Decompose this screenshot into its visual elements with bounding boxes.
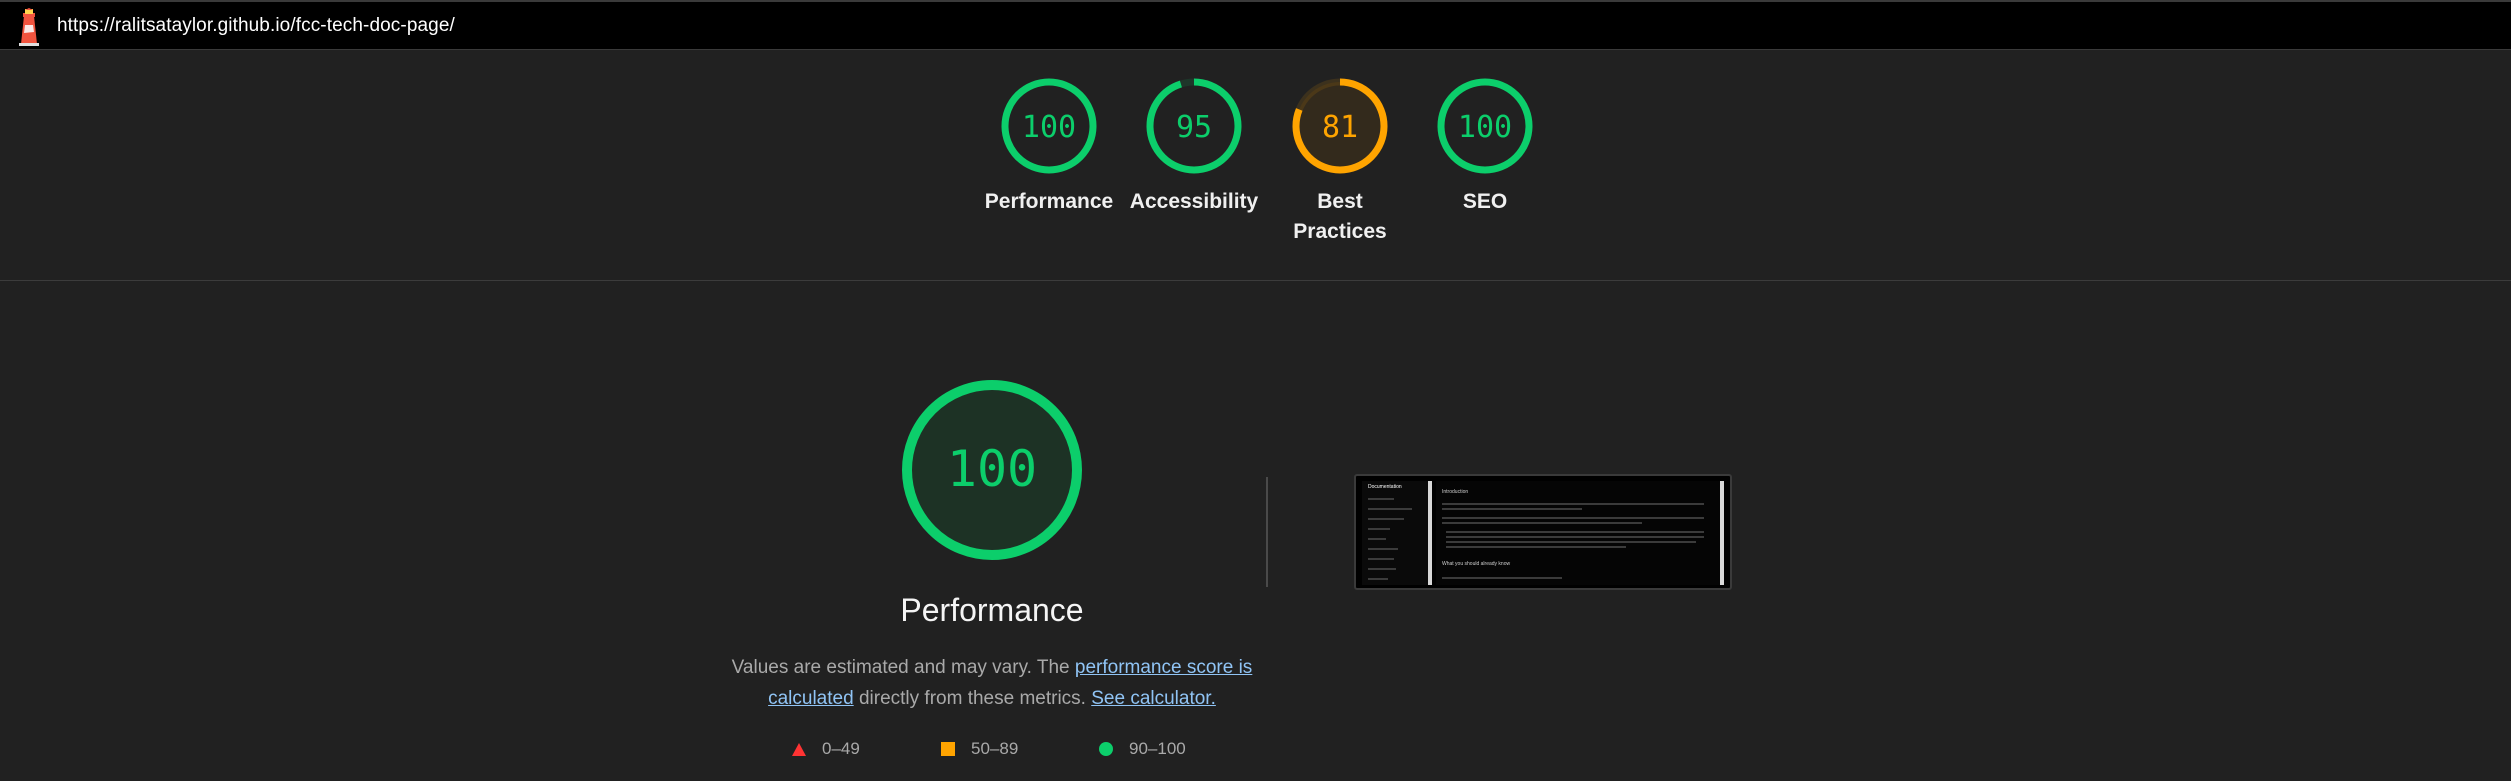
triangle-icon — [792, 742, 806, 756]
performance-desc-prefix: Values are estimated and may vary. The — [731, 657, 1075, 678]
lighthouse-icon — [19, 8, 39, 46]
performance-score-large: 100 — [947, 440, 1037, 498]
performance-title: Performance — [900, 592, 1084, 628]
thumbnail-sidebar-title: Documentation — [1368, 484, 1402, 490]
score-summary: 100 Performance 95 Accessibility 81 Best… — [0, 51, 2511, 281]
gauge-seo-ring: 100 — [1437, 78, 1533, 174]
gauge-accessibility-label: Accessibility — [1129, 190, 1259, 213]
browser-url-bar: https://ralitsataylor.github.io/fcc-tech… — [0, 0, 2511, 50]
gauge-seo-score: 100 — [1458, 110, 1512, 145]
thumbnail-scrollbar-right — [1720, 481, 1724, 585]
score-legend: 0–49 50–89 90–100 — [0, 739, 2511, 765]
legend-pass-range: 90–100 — [1129, 739, 1186, 758]
gauge-accessibility-score: 95 — [1176, 110, 1212, 145]
gauge-best-practices[interactable]: 81 Best Practices — [1265, 77, 1415, 247]
performance-description: Values are estimated and may vary. The p… — [730, 652, 1254, 714]
circle-icon — [1099, 742, 1113, 756]
gauge-best-practices-label: Best Practices — [1293, 190, 1387, 243]
performance-desc-middle: directly from these metrics. — [853, 688, 1092, 709]
thumbnail-subheading: What you should already know — [1442, 561, 1511, 567]
square-icon — [941, 742, 955, 756]
gauge-performance-score: 100 — [1022, 110, 1076, 145]
gauge-accessibility[interactable]: 95 Accessibility — [1119, 77, 1269, 217]
thumbnail-heading: Introduction — [1442, 489, 1469, 495]
legend-pass: 90–100 — [1099, 739, 1186, 759]
gauge-accessibility-ring: 95 — [1146, 78, 1242, 174]
gauge-best-practices-ring: 81 — [1292, 78, 1388, 174]
gauge-performance-ring: 100 — [1001, 78, 1097, 174]
see-calculator-link[interactable]: See calculator. — [1091, 688, 1216, 709]
legend-fail: 0–49 — [792, 739, 860, 759]
gauge-performance[interactable]: 100 Performance — [974, 77, 1124, 217]
gauge-best-practices-score: 81 — [1322, 110, 1358, 145]
url-text[interactable]: https://ralitsataylor.github.io/fcc-tech… — [57, 15, 455, 37]
final-screenshot-thumbnail[interactable]: Documentation Introduction What you shou… — [1354, 474, 1732, 590]
legend-average-range: 50–89 — [971, 739, 1019, 758]
gauge-performance-label: Performance — [984, 190, 1114, 213]
thumbnail-scrollbar-left — [1428, 481, 1432, 585]
legend-fail-range: 0–49 — [822, 739, 860, 758]
thumbnail-sidebar: Documentation — [1362, 481, 1428, 585]
section-divider — [1266, 477, 1268, 587]
gauge-seo-label: SEO — [1462, 190, 1508, 213]
thumbnail-main: Introduction What you should already kno… — [1436, 481, 1720, 585]
legend-average: 50–89 — [941, 739, 1018, 759]
performance-gauge-large: 100 — [902, 380, 1082, 560]
gauge-seo[interactable]: 100 SEO — [1410, 77, 1560, 217]
